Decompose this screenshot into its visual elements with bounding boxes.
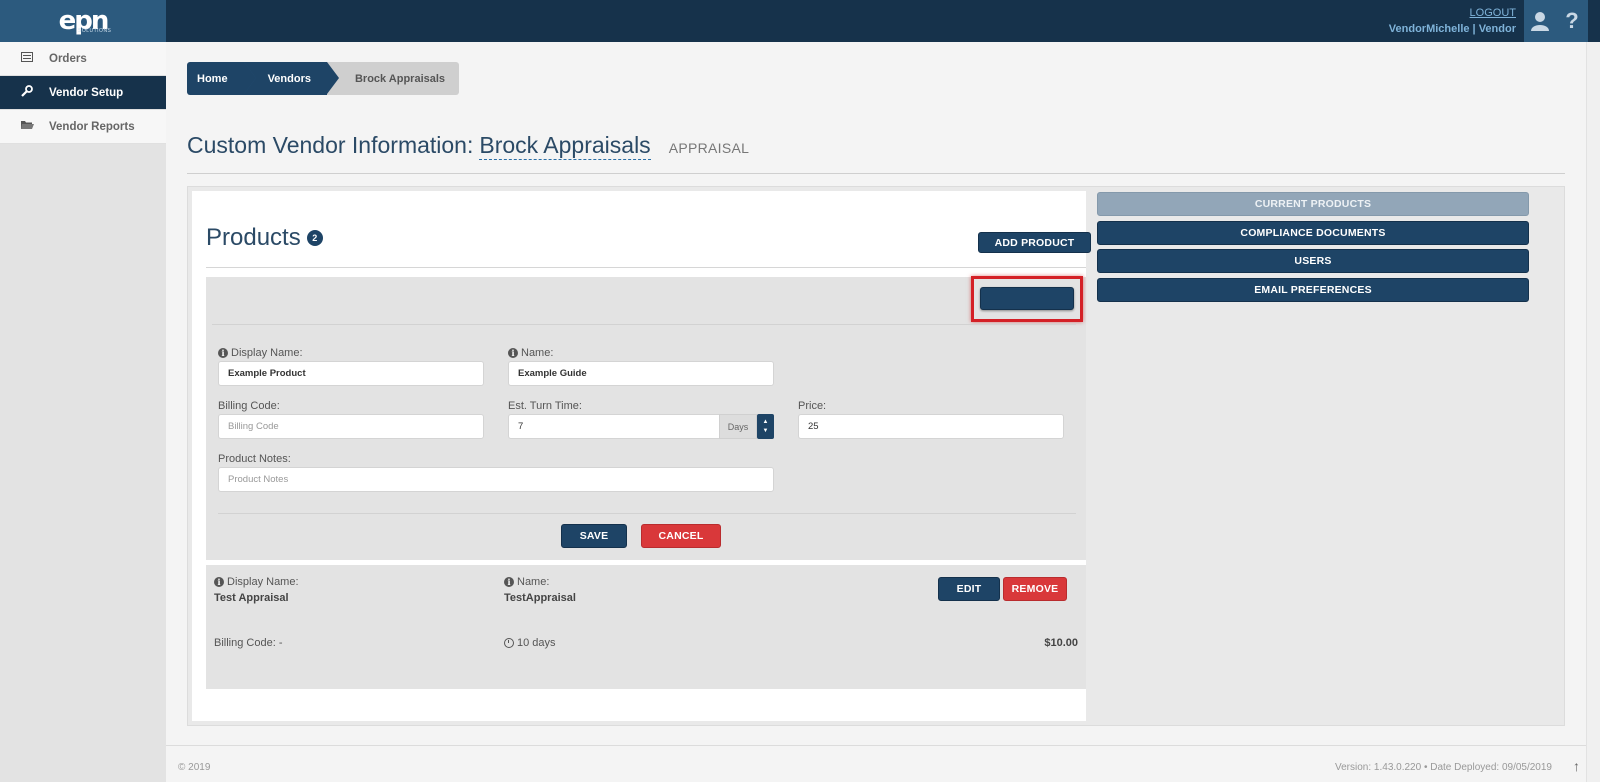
user-separator: | — [1469, 23, 1479, 35]
info-icon: i — [214, 577, 224, 587]
display-name-label-text: Display Name: — [231, 347, 303, 359]
sidebar-item-label: Orders — [49, 52, 87, 65]
form-actions-divider — [218, 513, 1076, 514]
breadcrumb-current: Brock Appraisals — [326, 62, 460, 95]
advanced-highlight — [971, 276, 1083, 322]
email-preferences-button[interactable]: EMAIL PREFERENCES — [1097, 277, 1529, 302]
help-icon[interactable]: ? — [1556, 0, 1588, 42]
turn-time-stepper[interactable]: ▲ ▼ — [757, 414, 774, 439]
info-icon: i — [508, 348, 518, 358]
breadcrumb: Home Vendors Brock Appraisals — [187, 62, 460, 95]
turn-time: 10 days — [504, 637, 556, 649]
footer-divider — [166, 745, 1586, 746]
turn-time-label: Est. Turn Time: — [508, 400, 582, 412]
name-label-text: Name: — [517, 576, 550, 588]
turn-time-input[interactable]: 7 — [508, 414, 720, 439]
info-icon: i — [504, 577, 514, 587]
page-title: Custom Vendor Information: Brock Apprais… — [187, 132, 749, 160]
products-count-badge: 2 — [306, 230, 323, 246]
page-title-prefix: Custom Vendor Information: — [187, 132, 474, 158]
display-name-input[interactable]: Example Product — [218, 361, 484, 386]
cancel-button[interactable]: CANCEL — [641, 524, 721, 548]
remove-button[interactable]: REMOVE — [1003, 577, 1067, 601]
breadcrumb-vendors-label: Vendors — [267, 72, 311, 85]
content-panel: Products 2 ADD PRODUCT i Display Name: E… — [187, 186, 1565, 726]
billing-code-label: Billing Code: — [218, 400, 280, 412]
vendor-name-link[interactable]: Brock Appraisals — [479, 132, 651, 160]
version-text: Version: 1.43.0.220 • Date Deployed: 09/… — [1335, 762, 1552, 773]
page-scrollbar[interactable] — [1586, 42, 1600, 782]
product-list-item: i Display Name: Test Appraisal i Name: T… — [206, 565, 1086, 689]
billing-code-text: Billing Code: - — [214, 637, 283, 649]
billing-code-input[interactable]: Billing Code — [218, 414, 484, 439]
orders-icon — [20, 52, 34, 65]
products-panel: Products 2 ADD PRODUCT i Display Name: E… — [192, 191, 1091, 721]
name-label-text: Name: — [521, 347, 554, 359]
stepper-up-icon[interactable]: ▲ — [763, 418, 769, 427]
logo-subtext: SOLUTIONS — [78, 28, 112, 34]
sidebar-item-label: Vendor Reports — [49, 120, 135, 133]
display-name-label-text: Display Name: — [227, 576, 299, 588]
products-title: Products — [206, 224, 301, 251]
advanced-button[interactable] — [980, 287, 1074, 310]
sidebar: Orders Vendor Setup Vendor Reports — [0, 42, 166, 782]
save-button[interactable]: SAVE — [561, 524, 627, 548]
users-button[interactable]: USERS — [1097, 249, 1529, 273]
scroll-top-icon[interactable]: ↑ — [1573, 758, 1580, 774]
user-name: VendorMichelle — [1388, 23, 1470, 35]
wrench-icon — [20, 85, 34, 100]
clock-icon — [504, 638, 514, 648]
name-label: i Name: — [508, 347, 553, 359]
name-label: i Name: — [504, 576, 549, 588]
product-edit-form: i Display Name: Example Product i Name: … — [206, 276, 1086, 560]
edit-button[interactable]: EDIT — [938, 577, 1000, 601]
sidebar-item-orders[interactable]: Orders — [0, 42, 166, 76]
folder-icon — [20, 120, 34, 133]
add-product-button[interactable]: ADD PRODUCT — [978, 232, 1091, 253]
product-display-name: Test Appraisal — [214, 592, 289, 604]
product-notes-input[interactable]: Product Notes — [218, 467, 774, 492]
top-bar: epn SOLUTIONS LOGOUT VendorMichelle | Ve… — [0, 0, 1600, 42]
compliance-documents-button[interactable]: COMPLIANCE DOCUMENTS — [1097, 220, 1529, 245]
sidebar-item-vendor-setup[interactable]: Vendor Setup — [0, 76, 166, 110]
copyright-text: © 2019 — [178, 762, 211, 773]
product-notes-label: Product Notes: — [218, 453, 291, 465]
display-name-label: i Display Name: — [218, 347, 303, 359]
breadcrumb-home[interactable]: Home — [187, 62, 256, 95]
products-heading: Products 2 — [206, 224, 323, 252]
breadcrumb-vendors[interactable]: Vendors — [243, 62, 340, 95]
sidebar-item-label: Vendor Setup — [49, 86, 124, 99]
turn-time-unit: Days — [719, 414, 757, 439]
user-profile-icon[interactable] — [1524, 0, 1556, 42]
current-products-button[interactable]: CURRENT PRODUCTS — [1097, 192, 1529, 216]
info-icon: i — [218, 348, 228, 358]
product-price: $10.00 — [1044, 637, 1078, 649]
breadcrumb-current-label: Brock Appraisals — [354, 72, 446, 85]
stepper-down-icon[interactable]: ▼ — [763, 427, 769, 436]
form-divider — [212, 324, 1076, 325]
user-info: VendorMichelle | Vendor — [1389, 23, 1516, 35]
title-divider — [187, 173, 1565, 174]
display-name-label: i Display Name: — [214, 576, 299, 588]
vendor-type-label: APPRAISAL — [668, 140, 750, 156]
name-input[interactable]: Example Guide — [508, 361, 774, 386]
user-area: LOGOUT VendorMichelle | Vendor — [1389, 7, 1516, 35]
user-role: Vendor — [1478, 23, 1516, 35]
sidebar-item-vendor-reports[interactable]: Vendor Reports — [0, 110, 166, 144]
logout-link[interactable]: LOGOUT — [1389, 7, 1516, 19]
price-input[interactable]: 25 — [798, 414, 1064, 439]
price-label: Price: — [798, 400, 827, 412]
epn-logo[interactable]: epn SOLUTIONS — [0, 0, 166, 42]
products-divider — [206, 267, 1086, 268]
vendor-settings-nav: CURRENT PRODUCTS COMPLIANCE DOCUMENTS US… — [1097, 192, 1529, 306]
product-name: TestAppraisal — [504, 592, 576, 604]
turn-time-text: 10 days — [517, 637, 556, 649]
